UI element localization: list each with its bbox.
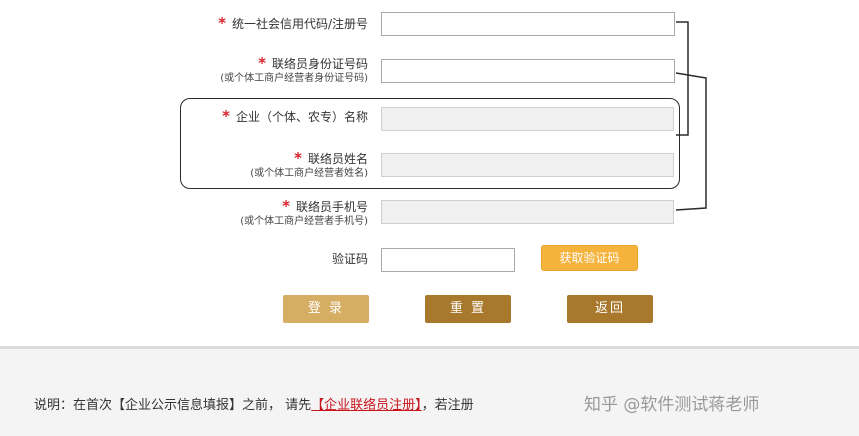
notice-text: 说明：在首次【企业公示信息填报】之前， 请先【企业联络员注册】，若注册 bbox=[34, 394, 474, 413]
notice-before: 说明：在首次【企业公示信息填报】之前， 请先 bbox=[34, 398, 312, 413]
notice-after: ，若注册 bbox=[421, 398, 474, 413]
connector-lines bbox=[675, 21, 707, 211]
registration-form: * 统一社会信用代码/注册号 * 联络员身份证号码 (或个体工商户经营者身份证号码)… bbox=[0, 0, 859, 346]
watermark: 知乎 @软件测试蒋老师 bbox=[584, 395, 760, 415]
liaison-register-link[interactable]: 【企业联络员注册】 bbox=[311, 398, 422, 413]
